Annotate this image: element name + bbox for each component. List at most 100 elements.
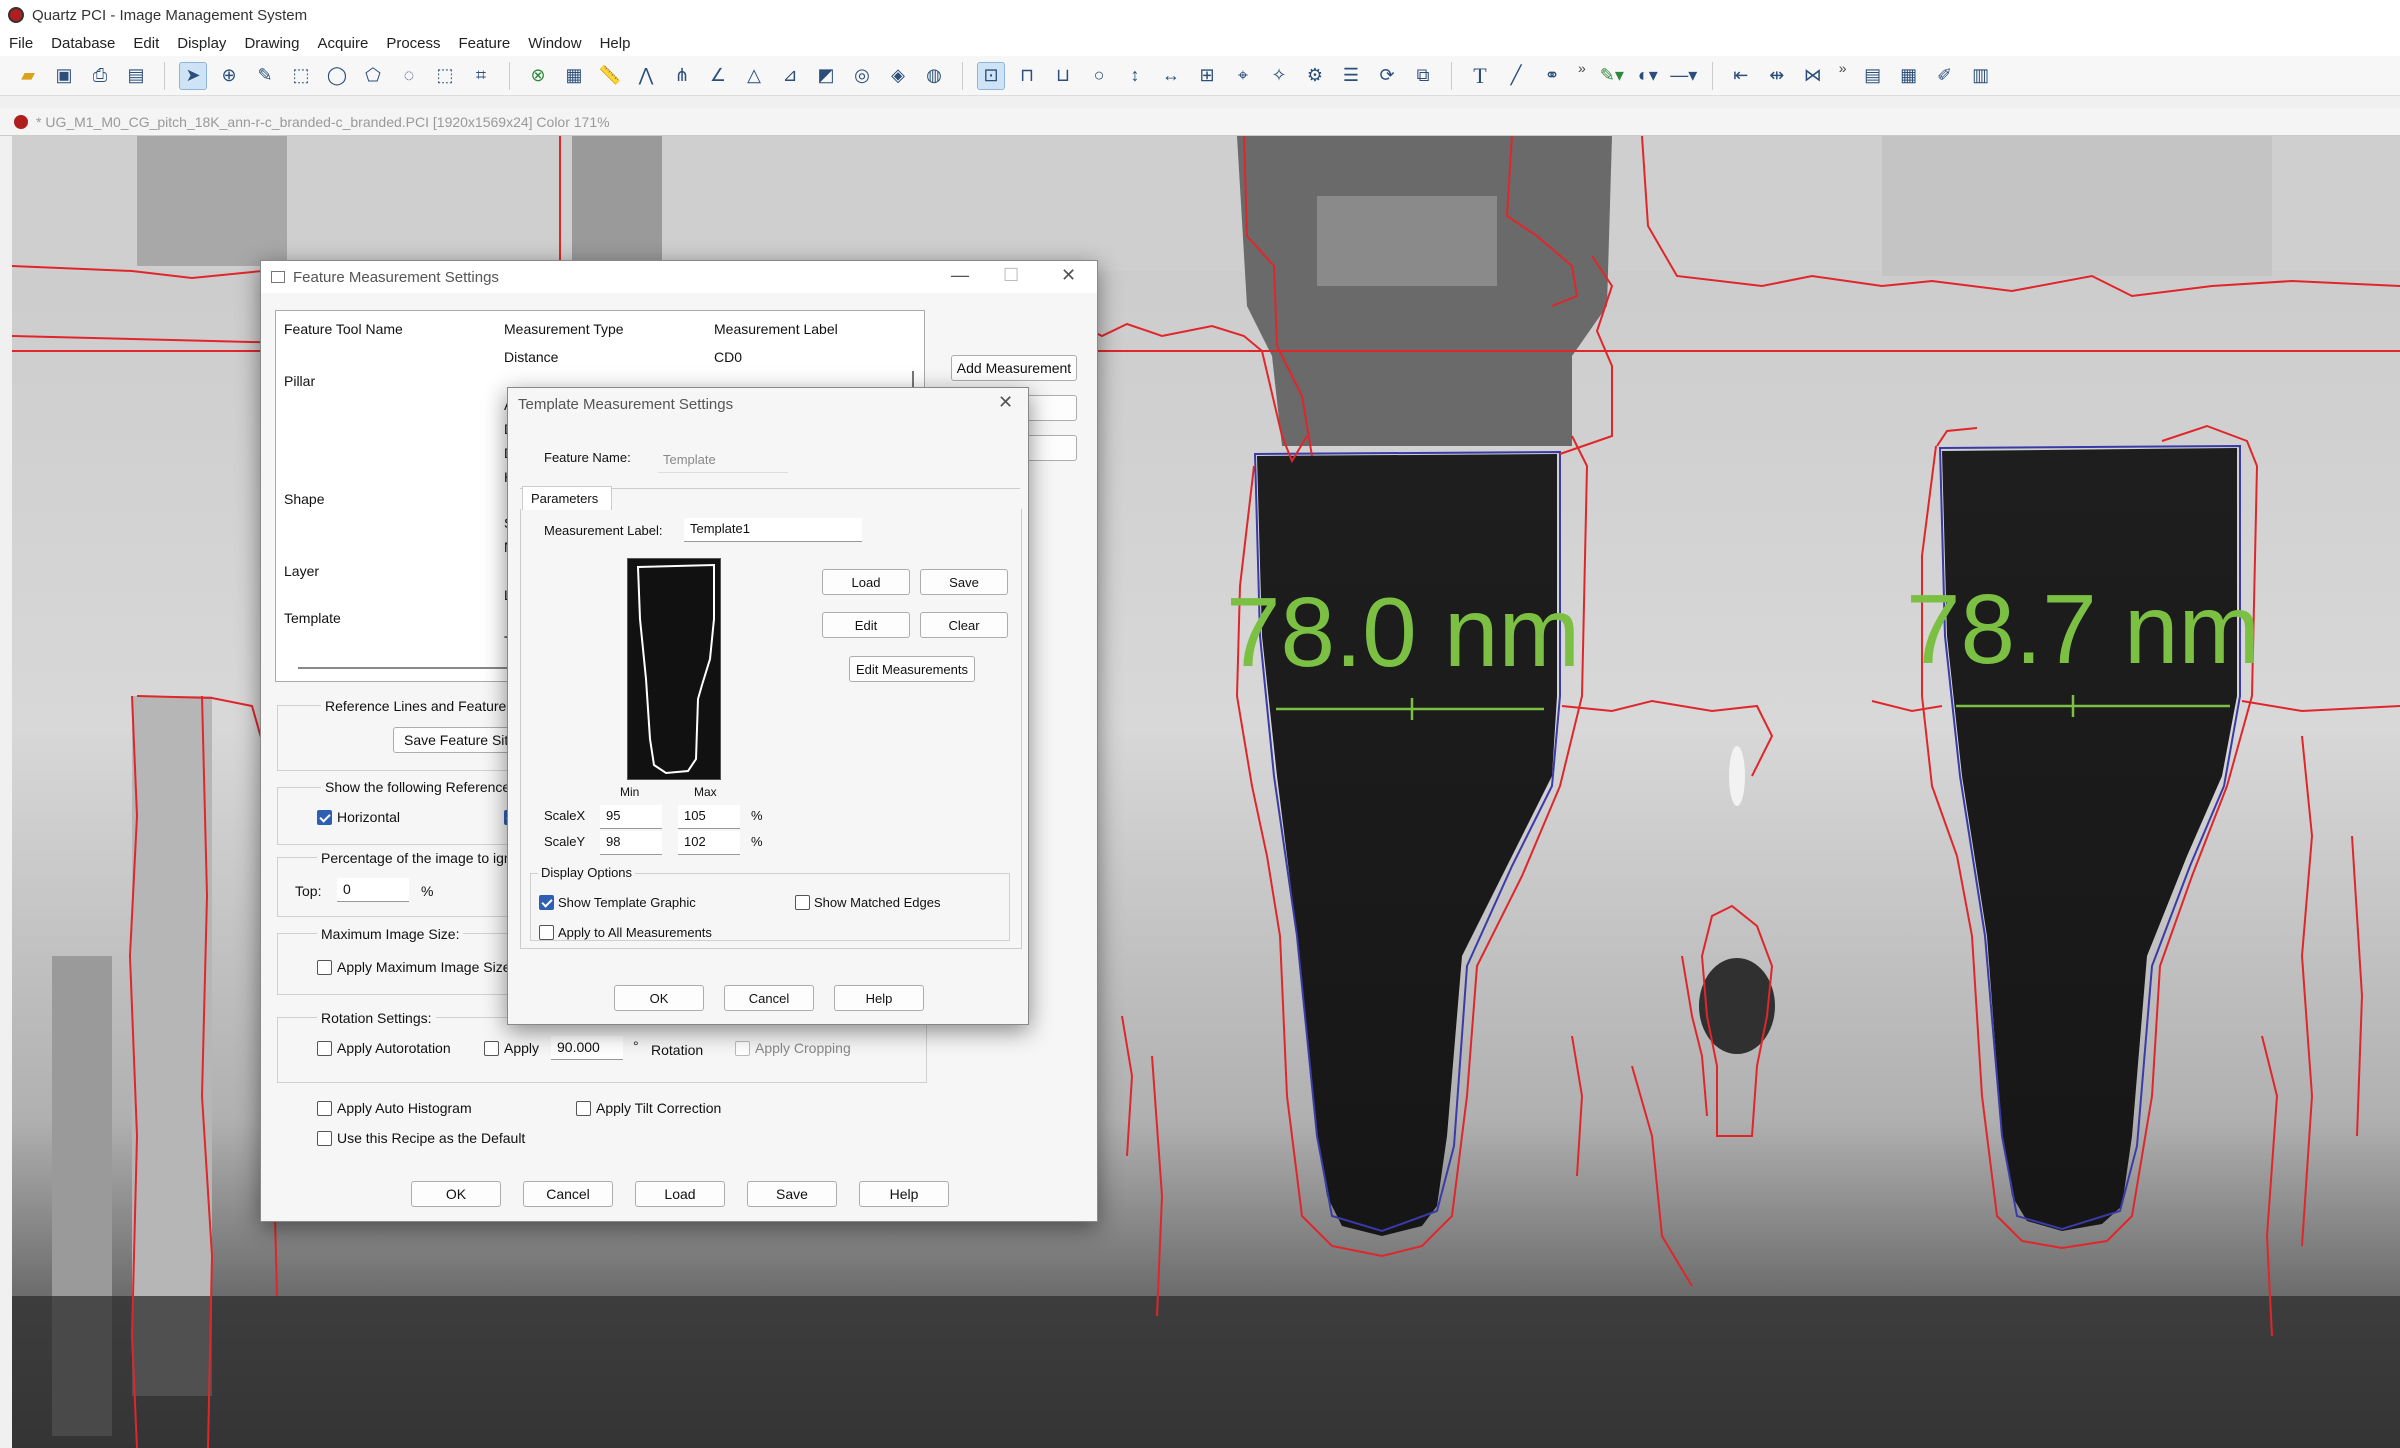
table-row[interactable]: Layer: [284, 563, 319, 579]
tilt-checkbox[interactable]: [576, 1101, 591, 1116]
close-icon[interactable]: ✕: [1061, 265, 1076, 286]
vertical-distance-icon[interactable]: ↕: [1121, 62, 1149, 90]
show-edges-checkbox[interactable]: [795, 895, 810, 910]
apply-max-checkbox[interactable]: [317, 960, 332, 975]
trench-icon[interactable]: ⊔: [1049, 62, 1077, 90]
scalex-min-input[interactable]: 95: [600, 805, 662, 829]
pointer-icon[interactable]: ➤: [179, 61, 207, 90]
text-icon[interactable]: T: [1466, 62, 1494, 90]
menu-window[interactable]: Window: [519, 35, 590, 52]
menu-drawing[interactable]: Drawing: [235, 35, 308, 52]
open-folder-icon[interactable]: ▰: [14, 62, 42, 90]
template-ok-button[interactable]: OK: [614, 985, 704, 1011]
tab-parameters[interactable]: Parameters: [522, 486, 612, 510]
toolbar-more-icon[interactable]: »: [1578, 60, 1586, 76]
link-icon[interactable]: ⚭: [1538, 62, 1566, 90]
report-icon[interactable]: ▤: [1859, 62, 1887, 90]
load-button[interactable]: Load: [635, 1181, 725, 1207]
horizontal-distance-icon[interactable]: ↔: [1157, 62, 1185, 90]
crosshair-icon[interactable]: ⌖: [1229, 62, 1257, 90]
align-icon[interactable]: ⇤: [1727, 62, 1755, 90]
calibrate-icon[interactable]: ▦: [560, 62, 588, 90]
save-button[interactable]: Save: [747, 1181, 837, 1207]
document-tab[interactable]: * UG_M1_M0_CG_pitch_18K_ann-r-c_branded-…: [0, 108, 2400, 136]
default-recipe-checkbox[interactable]: [317, 1131, 332, 1146]
table-row[interactable]: Template: [284, 610, 341, 626]
fill-color-icon[interactable]: ◐▾: [1634, 62, 1662, 90]
table-cell[interactable]: Distance: [504, 349, 558, 365]
template-cancel-button[interactable]: Cancel: [724, 985, 814, 1011]
ok-button[interactable]: OK: [411, 1181, 501, 1207]
apply-rotation-checkbox[interactable]: [484, 1041, 499, 1056]
menu-database[interactable]: Database: [42, 35, 124, 52]
menu-file[interactable]: File: [0, 35, 42, 52]
wand-icon[interactable]: ✧: [1265, 62, 1293, 90]
circle-measure-icon[interactable]: ◎: [848, 62, 876, 90]
cancel-button[interactable]: Cancel: [523, 1181, 613, 1207]
template-icon[interactable]: ⊡: [977, 61, 1005, 90]
mirror-icon[interactable]: ⋈: [1799, 62, 1827, 90]
print-icon[interactable]: ⎙: [86, 62, 114, 90]
apply-all-checkbox[interactable]: [539, 925, 554, 940]
top-input[interactable]: 0: [337, 878, 409, 902]
table-cell[interactable]: CD0: [714, 349, 742, 365]
add-measurement-button[interactable]: Add Measurement: [951, 355, 1077, 381]
table-row[interactable]: Shape: [284, 491, 324, 507]
layers-icon[interactable]: ☰: [1337, 62, 1365, 90]
grid-report-icon[interactable]: ▦: [1895, 62, 1923, 90]
menu-edit[interactable]: Edit: [124, 35, 168, 52]
toolbar-more-icon-2[interactable]: »: [1839, 60, 1847, 76]
rotate-icon[interactable]: ⟳: [1373, 62, 1401, 90]
menu-display[interactable]: Display: [168, 35, 235, 52]
line-color-icon[interactable]: ✎▾: [1598, 62, 1626, 90]
area-icon[interactable]: ◩: [812, 62, 840, 90]
edit-measurements-button[interactable]: Edit Measurements: [849, 656, 975, 682]
box-feature-icon[interactable]: ⊞: [1193, 62, 1221, 90]
clipboard-icon[interactable]: ▤: [122, 62, 150, 90]
triangle-icon[interactable]: △: [740, 62, 768, 90]
save-template-button[interactable]: Save: [920, 569, 1008, 595]
menu-acquire[interactable]: Acquire: [308, 35, 377, 52]
table-vscroll[interactable]: [912, 371, 914, 387]
load-template-button[interactable]: Load: [822, 569, 910, 595]
measurement-label-input[interactable]: Template1: [684, 518, 862, 542]
clear-template-button[interactable]: Clear: [920, 612, 1008, 638]
angle-icon[interactable]: ∠: [704, 62, 732, 90]
auto-histogram-checkbox[interactable]: [317, 1101, 332, 1116]
pillar-icon[interactable]: ⊓: [1013, 62, 1041, 90]
multi-caliper-icon[interactable]: ⋔: [668, 62, 696, 90]
flip-icon[interactable]: ⇹: [1763, 62, 1791, 90]
scaley-max-input[interactable]: 102: [678, 831, 740, 855]
scaley-min-input[interactable]: 98: [600, 831, 662, 855]
measure-add-icon[interactable]: ⊗: [524, 62, 552, 90]
autorotation-checkbox[interactable]: [317, 1041, 332, 1056]
rect-select-icon[interactable]: ⬚: [287, 62, 315, 90]
gear-icon[interactable]: ⚙: [1301, 62, 1329, 90]
help-button[interactable]: Help: [859, 1181, 949, 1207]
ruler-icon[interactable]: 📏: [596, 62, 624, 90]
table-row[interactable]: Pillar: [284, 373, 315, 389]
crop-icon[interactable]: ⌗: [467, 62, 495, 90]
polygon-select-icon[interactable]: ⬠: [359, 62, 387, 90]
line-style-icon[interactable]: —▾: [1670, 62, 1698, 90]
edit-template-button[interactable]: Edit: [822, 612, 910, 638]
shape-measure-icon[interactable]: ◈: [884, 62, 912, 90]
template-help-button[interactable]: Help: [834, 985, 924, 1011]
show-graphic-checkbox[interactable]: [539, 895, 554, 910]
angle-measure-icon[interactable]: ⊿: [776, 62, 804, 90]
rotation-input[interactable]: 90.000: [551, 1036, 623, 1060]
caliper-icon[interactable]: ⋀: [632, 62, 660, 90]
horizontal-checkbox[interactable]: [317, 810, 332, 825]
magic-select-icon[interactable]: ⬚: [431, 62, 459, 90]
brush-icon[interactable]: ✎: [251, 62, 279, 90]
line-icon[interactable]: ╱: [1502, 62, 1530, 90]
scalex-max-input[interactable]: 105: [678, 805, 740, 829]
circle-feature-icon[interactable]: ○: [1085, 62, 1113, 90]
menu-help[interactable]: Help: [591, 35, 640, 52]
menu-process[interactable]: Process: [377, 35, 449, 52]
edit-report-icon[interactable]: ✐: [1931, 62, 1959, 90]
database-report-icon[interactable]: ▥: [1967, 62, 1995, 90]
close-icon[interactable]: ✕: [998, 392, 1013, 413]
minimize-icon[interactable]: —: [951, 265, 969, 286]
lasso-icon[interactable]: ◌: [395, 62, 423, 90]
